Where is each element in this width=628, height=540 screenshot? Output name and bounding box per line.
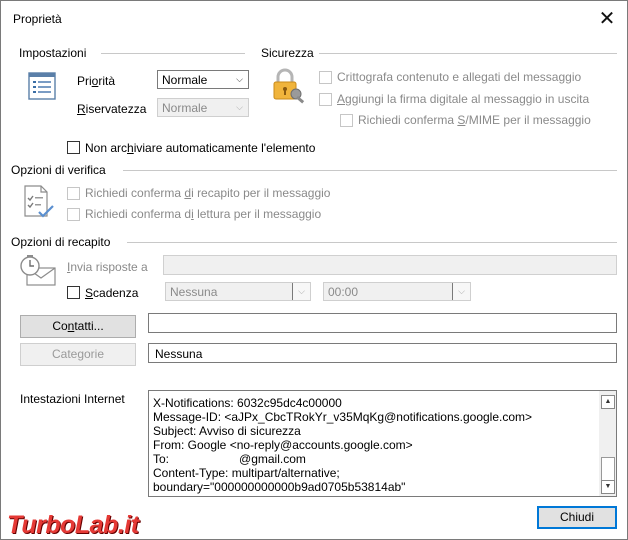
contacts-input[interactable]: [148, 313, 617, 333]
turbolab-watermark: TurboLab.it: [7, 511, 139, 539]
dialog-title: Proprietà: [13, 12, 62, 26]
properties-list-icon: [27, 71, 57, 104]
contacts-button[interactable]: Contatti...: [20, 315, 136, 338]
smime-receipt-checkbox[interactable]: [340, 114, 353, 127]
close-button[interactable]: Chiudi: [537, 506, 617, 529]
send-replies-to-label: Invia risposte a: [67, 260, 148, 274]
divider: [127, 242, 617, 243]
categories-button[interactable]: Categorie: [20, 343, 136, 366]
read-receipt-label: Richiedi conferma di lettura per il mess…: [85, 207, 322, 221]
header-line: Content-Type: multipart/alternative;: [153, 466, 340, 480]
header-line: Message-ID: <aJPx_CbcTRokYr_v35MqKg@noti…: [153, 410, 533, 424]
checklist-icon: [21, 184, 55, 223]
divider: [319, 53, 617, 54]
expiry-label: Scadenza: [85, 286, 139, 300]
expiry-checkbox[interactable]: [67, 286, 80, 299]
priority-label: Priorità: [77, 74, 116, 88]
properties-dialog: Proprietà ✕ Impostazioni Priorità Normal…: [0, 0, 628, 540]
expiry-date-select[interactable]: Nessuna ⌵: [165, 282, 311, 301]
chevron-down-icon: ⌵: [292, 283, 310, 300]
header-line: To: @gmail.com: [153, 452, 306, 466]
priority-select[interactable]: Normale ⌵: [157, 70, 249, 89]
close-icon[interactable]: ✕: [593, 6, 621, 32]
divider: [123, 170, 617, 171]
confidentiality-value: Normale: [162, 101, 208, 115]
digital-signature-checkbox[interactable]: [319, 93, 332, 106]
confidentiality-label: Riservatezza: [77, 102, 147, 116]
clock-envelope-icon: [19, 254, 57, 291]
header-line: boundary="000000000000b9ad0705b53814ab": [153, 480, 406, 494]
categories-input[interactable]: Nessuna: [148, 343, 617, 363]
do-not-archive-label: Non archiviare automaticamente l'element…: [85, 141, 316, 155]
priority-value: Normale: [162, 73, 208, 87]
expiry-date-value: Nessuna: [170, 285, 218, 299]
title-bar: Proprietà ✕: [1, 1, 627, 37]
encrypt-label: Crittografa contenuto e allegati del mes…: [337, 70, 582, 84]
headers-scrollbar[interactable]: ▲ ▼: [599, 391, 616, 496]
scroll-thumb[interactable]: [601, 457, 615, 481]
chevron-down-icon: ⌵: [236, 102, 243, 112]
chevron-down-icon: ⌵: [452, 283, 470, 300]
delivery-receipt-label: Richiedi conferma di recapito per il mes…: [85, 186, 331, 200]
delivery-section-title: Opzioni di recapito: [11, 235, 111, 249]
settings-section-title: Impostazioni: [19, 46, 87, 60]
header-line: Subject: Avviso di sicurezza: [153, 424, 301, 438]
scroll-down-icon[interactable]: ▼: [601, 480, 615, 494]
categories-value: Nessuna: [155, 347, 203, 361]
read-receipt-checkbox[interactable]: [67, 208, 80, 221]
do-not-archive-checkbox[interactable]: [67, 141, 80, 154]
verification-section-title: Opzioni di verifica: [11, 163, 106, 177]
scroll-up-icon[interactable]: ▲: [601, 395, 615, 409]
expiry-time-select[interactable]: 00:00 ⌵: [323, 282, 471, 301]
internet-headers-textarea[interactable]: X-Notifications: 6032c95dc4c00000 Messag…: [148, 390, 617, 497]
header-line: From: Google <no-reply@accounts.google.c…: [153, 438, 413, 452]
padlock-key-icon: [269, 67, 307, 108]
send-replies-to-input[interactable]: [163, 255, 617, 275]
divider: [101, 53, 245, 54]
confidentiality-select[interactable]: Normale ⌵: [157, 98, 249, 117]
smime-receipt-label: Richiedi conferma S/MIME per il messaggi…: [358, 113, 591, 127]
expiry-time-value: 00:00: [328, 285, 359, 299]
encrypt-checkbox[interactable]: [319, 71, 332, 84]
digital-signature-label: Aggiungi la firma digitale al messaggio …: [337, 92, 590, 106]
chevron-down-icon: ⌵: [236, 74, 243, 84]
delivery-receipt-checkbox[interactable]: [67, 187, 80, 200]
header-line: X-Notifications: 6032c95dc4c00000: [153, 396, 342, 410]
internet-headers-label: Intestazioni Internet: [20, 392, 125, 406]
security-section-title: Sicurezza: [261, 46, 314, 60]
